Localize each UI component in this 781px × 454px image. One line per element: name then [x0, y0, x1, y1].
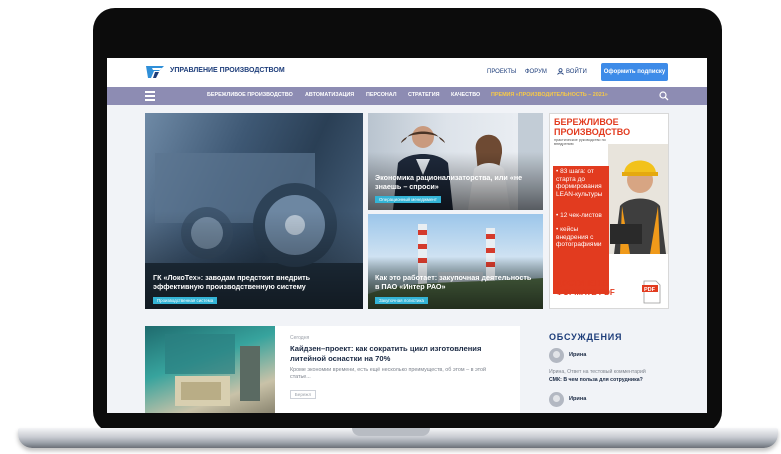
ad-title-line2: ПРОИЗВОДСТВО: [554, 127, 631, 137]
featured-card-inter-rao[interactable]: Как это работает: закупочная деятельност…: [368, 214, 543, 309]
laptop-notch: [352, 428, 430, 436]
nav-item-personnel[interactable]: ПЕРСОНАЛ: [366, 92, 397, 98]
article-category: Сегодня: [290, 335, 310, 341]
comment-author[interactable]: Ирина: [569, 396, 586, 402]
nav-item-lean[interactable]: БЕРЕЖЛИВОЕ ПРОИЗВОДСТВО: [207, 92, 293, 98]
nav-item-automation[interactable]: АВТОМАТИЗАЦИЯ: [305, 92, 354, 98]
subscribe-button[interactable]: Оформить подписку: [601, 63, 668, 81]
logo-text[interactable]: УПРАВЛЕНИЕ ПРОИЗВОДСТВОМ: [170, 67, 285, 74]
comment-author[interactable]: Ирина: [569, 352, 586, 358]
nav-item-quality[interactable]: КАЧЕСТВО: [451, 92, 480, 98]
featured-title: ГК «ЛокоТех»: заводам предстоит внедрить…: [153, 273, 311, 291]
search-icon[interactable]: [659, 91, 669, 101]
ad-bullet-3: • кейсы внедрения с фотографиями: [556, 226, 602, 249]
article-title[interactable]: Кайдзен–проект: как сократить цикл изгот…: [290, 344, 505, 363]
ad-bullet-1: • 83 шага: от старта до формирования LEA…: [556, 168, 603, 198]
user-icon: [557, 68, 564, 75]
site-header: УПРАВЛЕНИЕ ПРОИЗВОДСТВОМ ПРОЕКТЫ ФОРУМ В…: [107, 58, 707, 87]
login-label: ВОЙТИ: [566, 68, 587, 75]
article-image: [145, 326, 275, 413]
avatar: [549, 392, 564, 407]
logo-icon[interactable]: [145, 64, 165, 80]
category-nav: БЕРЕЖЛИВОЕ ПРОИЗВОДСТВО АВТОМАТИЗАЦИЯ ПЕ…: [107, 87, 707, 105]
featured-tag[interactable]: Закупочная логистика: [375, 297, 428, 304]
menu-icon[interactable]: [145, 91, 155, 101]
lean-book-ad-banner[interactable]: БЕРЕЖЛИВОЕ ПРОИЗВОДСТВО практическое рук…: [549, 113, 669, 309]
nav-link-projects[interactable]: ПРОЕКТЫ: [487, 69, 516, 75]
ad-cta: ДОСТУПЕН В ФОРМАТЕ PDF: [556, 279, 615, 297]
article-tag-button[interactable]: Бережл: [290, 390, 316, 399]
pdf-label: PDF: [644, 287, 656, 293]
featured-title: Экономика рационализаторства, или «не зн…: [375, 173, 523, 191]
discussions-widget: ОБСУЖДЕНИЯ Ирина Ирина, Ответ на тестовы…: [549, 326, 679, 413]
featured-card-rationalization[interactable]: Экономика рационализаторства, или «не зн…: [368, 113, 543, 210]
featured-title: Как это работает: закупочная деятельност…: [375, 273, 532, 291]
pdf-file-icon: PDF: [642, 280, 661, 304]
nav-item-strategy[interactable]: СТРАТЕГИЯ: [408, 92, 440, 98]
article-card-kaizen[interactable]: Сегодня Кайдзен–проект: как сократить ци…: [145, 326, 520, 413]
nav-link-forum[interactable]: ФОРУМ: [525, 69, 547, 75]
ad-bullet-2: • 12 чек-листов: [556, 212, 602, 219]
power-plant-image: [368, 214, 543, 309]
featured-tag[interactable]: Производственная система: [153, 297, 218, 304]
featured-tag[interactable]: Операционный менеджмент: [375, 196, 441, 203]
worker-helmet-image: [608, 144, 668, 254]
login-link[interactable]: ВОЙТИ: [557, 68, 587, 75]
ad-title-line1: БЕРЕЖЛИВОЕ: [554, 117, 619, 127]
nav-item-award[interactable]: ПРЕМИЯ «ПРОИЗВОДИТЕЛЬНОСТЬ – 2021»: [491, 92, 608, 98]
article-excerpt: Кроме экономии времени, есть ещё несколь…: [290, 367, 487, 380]
comment-text: Ирина, Ответ на тестовый комментарий: [549, 369, 646, 375]
comment-link[interactable]: СМК: В чем польза для сотрудника?: [549, 377, 643, 383]
featured-card-lokotech[interactable]: ГК «ЛокоТех»: заводам предстоит внедрить…: [145, 113, 363, 309]
website-screen: УПРАВЛЕНИЕ ПРОИЗВОДСТВОМ ПРОЕКТЫ ФОРУМ В…: [107, 58, 707, 413]
discussions-title: ОБСУЖДЕНИЯ: [549, 332, 623, 342]
avatar: [549, 348, 564, 363]
